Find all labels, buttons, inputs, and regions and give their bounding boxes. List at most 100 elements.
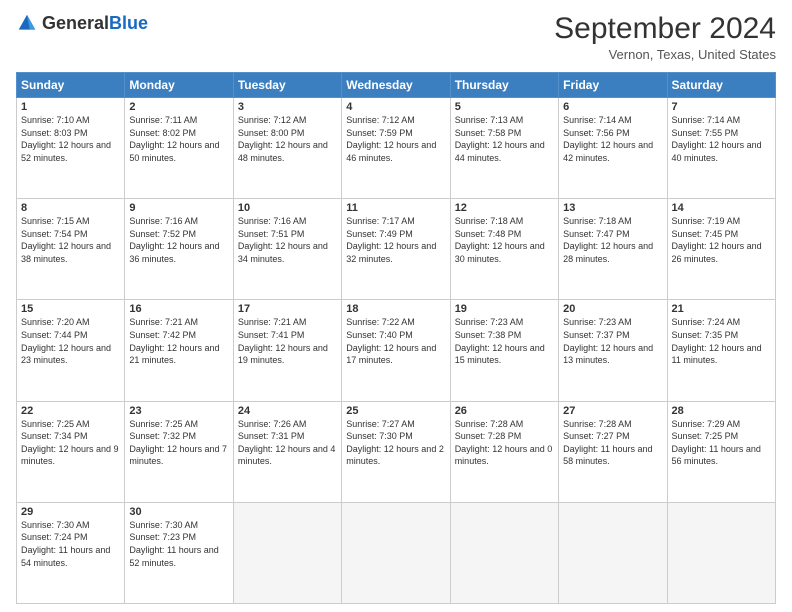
day-number: 28 — [672, 405, 771, 417]
col-sunday: Sunday — [17, 73, 125, 98]
day-info: Sunrise: 7:29 AMSunset: 7:25 PMDaylight:… — [672, 418, 771, 468]
day-info: Sunrise: 7:16 AMSunset: 7:51 PMDaylight:… — [238, 215, 337, 265]
location: Vernon, Texas, United States — [554, 47, 776, 62]
day-info: Sunrise: 7:30 AMSunset: 7:23 PMDaylight:… — [129, 519, 228, 569]
main-container: GeneralBlue September 2024 Vernon, Texas… — [0, 0, 792, 612]
day-info: Sunrise: 7:28 AMSunset: 7:28 PMDaylight:… — [455, 418, 554, 468]
day-info: Sunrise: 7:27 AMSunset: 7:30 PMDaylight:… — [346, 418, 445, 468]
day-number: 17 — [238, 303, 337, 315]
logo-icon — [16, 12, 38, 34]
day-info: Sunrise: 7:21 AMSunset: 7:41 PMDaylight:… — [238, 316, 337, 366]
day-info: Sunrise: 7:25 AMSunset: 7:34 PMDaylight:… — [21, 418, 120, 468]
table-row — [233, 502, 341, 603]
day-info: Sunrise: 7:18 AMSunset: 7:47 PMDaylight:… — [563, 215, 662, 265]
day-info: Sunrise: 7:15 AMSunset: 7:54 PMDaylight:… — [21, 215, 120, 265]
table-row — [559, 502, 667, 603]
day-info: Sunrise: 7:23 AMSunset: 7:37 PMDaylight:… — [563, 316, 662, 366]
day-info: Sunrise: 7:26 AMSunset: 7:31 PMDaylight:… — [238, 418, 337, 468]
day-number: 21 — [672, 303, 771, 315]
day-number: 12 — [455, 202, 554, 214]
day-number: 27 — [563, 405, 662, 417]
table-row: 21Sunrise: 7:24 AMSunset: 7:35 PMDayligh… — [667, 300, 775, 401]
day-number: 20 — [563, 303, 662, 315]
day-info: Sunrise: 7:21 AMSunset: 7:42 PMDaylight:… — [129, 316, 228, 366]
day-number: 18 — [346, 303, 445, 315]
day-number: 22 — [21, 405, 120, 417]
day-info: Sunrise: 7:25 AMSunset: 7:32 PMDaylight:… — [129, 418, 228, 468]
table-row: 19Sunrise: 7:23 AMSunset: 7:38 PMDayligh… — [450, 300, 558, 401]
calendar-row: 15Sunrise: 7:20 AMSunset: 7:44 PMDayligh… — [17, 300, 776, 401]
col-monday: Monday — [125, 73, 233, 98]
day-info: Sunrise: 7:14 AMSunset: 7:55 PMDaylight:… — [672, 114, 771, 164]
day-number: 26 — [455, 405, 554, 417]
table-row: 16Sunrise: 7:21 AMSunset: 7:42 PMDayligh… — [125, 300, 233, 401]
day-number: 23 — [129, 405, 228, 417]
calendar-row: 29Sunrise: 7:30 AMSunset: 7:24 PMDayligh… — [17, 502, 776, 603]
table-row: 15Sunrise: 7:20 AMSunset: 7:44 PMDayligh… — [17, 300, 125, 401]
table-row: 30Sunrise: 7:30 AMSunset: 7:23 PMDayligh… — [125, 502, 233, 603]
table-row: 9Sunrise: 7:16 AMSunset: 7:52 PMDaylight… — [125, 199, 233, 300]
logo-text: GeneralBlue — [42, 13, 148, 34]
month-year: September 2024 — [554, 12, 776, 45]
day-info: Sunrise: 7:18 AMSunset: 7:48 PMDaylight:… — [455, 215, 554, 265]
table-row: 29Sunrise: 7:30 AMSunset: 7:24 PMDayligh… — [17, 502, 125, 603]
day-number: 13 — [563, 202, 662, 214]
calendar-row: 1Sunrise: 7:10 AMSunset: 8:03 PMDaylight… — [17, 98, 776, 199]
table-row: 28Sunrise: 7:29 AMSunset: 7:25 PMDayligh… — [667, 401, 775, 502]
col-wednesday: Wednesday — [342, 73, 450, 98]
day-info: Sunrise: 7:11 AMSunset: 8:02 PMDaylight:… — [129, 114, 228, 164]
table-row: 24Sunrise: 7:26 AMSunset: 7:31 PMDayligh… — [233, 401, 341, 502]
table-row: 18Sunrise: 7:22 AMSunset: 7:40 PMDayligh… — [342, 300, 450, 401]
day-number: 10 — [238, 202, 337, 214]
table-row: 25Sunrise: 7:27 AMSunset: 7:30 PMDayligh… — [342, 401, 450, 502]
day-number: 7 — [672, 101, 771, 113]
table-row: 1Sunrise: 7:10 AMSunset: 8:03 PMDaylight… — [17, 98, 125, 199]
day-number: 29 — [21, 506, 120, 518]
table-row: 22Sunrise: 7:25 AMSunset: 7:34 PMDayligh… — [17, 401, 125, 502]
table-row: 6Sunrise: 7:14 AMSunset: 7:56 PMDaylight… — [559, 98, 667, 199]
table-row: 20Sunrise: 7:23 AMSunset: 7:37 PMDayligh… — [559, 300, 667, 401]
day-info: Sunrise: 7:28 AMSunset: 7:27 PMDaylight:… — [563, 418, 662, 468]
col-thursday: Thursday — [450, 73, 558, 98]
calendar-header-row: Sunday Monday Tuesday Wednesday Thursday… — [17, 73, 776, 98]
day-info: Sunrise: 7:12 AMSunset: 8:00 PMDaylight:… — [238, 114, 337, 164]
day-info: Sunrise: 7:16 AMSunset: 7:52 PMDaylight:… — [129, 215, 228, 265]
day-number: 14 — [672, 202, 771, 214]
day-number: 24 — [238, 405, 337, 417]
day-info: Sunrise: 7:19 AMSunset: 7:45 PMDaylight:… — [672, 215, 771, 265]
table-row: 12Sunrise: 7:18 AMSunset: 7:48 PMDayligh… — [450, 199, 558, 300]
table-row: 3Sunrise: 7:12 AMSunset: 8:00 PMDaylight… — [233, 98, 341, 199]
calendar-row: 22Sunrise: 7:25 AMSunset: 7:34 PMDayligh… — [17, 401, 776, 502]
day-number: 19 — [455, 303, 554, 315]
day-number: 4 — [346, 101, 445, 113]
header: GeneralBlue September 2024 Vernon, Texas… — [16, 12, 776, 62]
calendar-table: Sunday Monday Tuesday Wednesday Thursday… — [16, 72, 776, 604]
day-number: 16 — [129, 303, 228, 315]
table-row: 14Sunrise: 7:19 AMSunset: 7:45 PMDayligh… — [667, 199, 775, 300]
table-row: 23Sunrise: 7:25 AMSunset: 7:32 PMDayligh… — [125, 401, 233, 502]
table-row — [342, 502, 450, 603]
day-number: 3 — [238, 101, 337, 113]
col-tuesday: Tuesday — [233, 73, 341, 98]
day-number: 11 — [346, 202, 445, 214]
table-row: 26Sunrise: 7:28 AMSunset: 7:28 PMDayligh… — [450, 401, 558, 502]
day-info: Sunrise: 7:14 AMSunset: 7:56 PMDaylight:… — [563, 114, 662, 164]
table-row — [667, 502, 775, 603]
day-info: Sunrise: 7:10 AMSunset: 8:03 PMDaylight:… — [21, 114, 120, 164]
day-info: Sunrise: 7:24 AMSunset: 7:35 PMDaylight:… — [672, 316, 771, 366]
day-number: 6 — [563, 101, 662, 113]
day-number: 2 — [129, 101, 228, 113]
title-block: September 2024 Vernon, Texas, United Sta… — [554, 12, 776, 62]
table-row: 11Sunrise: 7:17 AMSunset: 7:49 PMDayligh… — [342, 199, 450, 300]
day-info: Sunrise: 7:20 AMSunset: 7:44 PMDaylight:… — [21, 316, 120, 366]
day-info: Sunrise: 7:23 AMSunset: 7:38 PMDaylight:… — [455, 316, 554, 366]
col-friday: Friday — [559, 73, 667, 98]
table-row: 2Sunrise: 7:11 AMSunset: 8:02 PMDaylight… — [125, 98, 233, 199]
day-number: 5 — [455, 101, 554, 113]
day-number: 15 — [21, 303, 120, 315]
day-info: Sunrise: 7:22 AMSunset: 7:40 PMDaylight:… — [346, 316, 445, 366]
logo-blue: Blue — [109, 13, 148, 33]
day-info: Sunrise: 7:12 AMSunset: 7:59 PMDaylight:… — [346, 114, 445, 164]
day-number: 9 — [129, 202, 228, 214]
day-info: Sunrise: 7:17 AMSunset: 7:49 PMDaylight:… — [346, 215, 445, 265]
